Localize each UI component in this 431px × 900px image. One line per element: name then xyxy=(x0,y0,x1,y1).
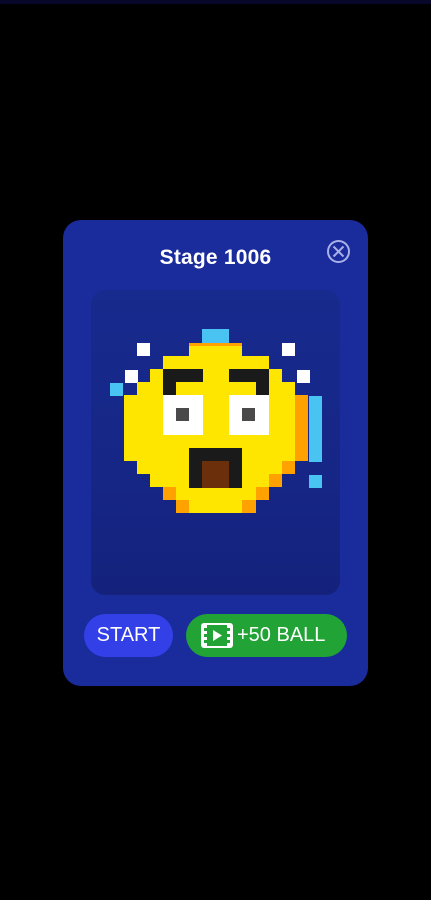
close-button[interactable] xyxy=(326,239,351,264)
stage-preview-panel xyxy=(91,290,340,595)
eyebrow-left xyxy=(163,369,203,382)
video-ad-icon xyxy=(201,623,233,648)
reward-ball-button[interactable]: +50 BALL xyxy=(186,614,347,657)
sparkle xyxy=(137,343,150,356)
stage-dialog: Stage 1006 START +50 BALL xyxy=(63,220,368,686)
sweat-drop xyxy=(110,383,123,396)
sparkle xyxy=(282,343,295,356)
game-screen: Stage 1006 START +50 BALL xyxy=(0,0,431,900)
sweat-drop xyxy=(202,329,229,343)
start-button-label: START xyxy=(96,624,161,646)
shocked-face-pixel-art xyxy=(110,329,322,513)
reward-button-label: +50 BALL xyxy=(237,624,326,646)
sweat-drop xyxy=(309,396,322,462)
sparkle xyxy=(125,370,138,383)
close-circle-icon xyxy=(327,240,350,263)
sweat-drop xyxy=(309,475,322,488)
stage-title: Stage 1006 xyxy=(159,246,272,269)
sparkle xyxy=(297,370,310,383)
eyebrow-right xyxy=(229,369,269,382)
status-bar-edge xyxy=(0,0,431,4)
start-button[interactable]: START xyxy=(84,614,173,657)
